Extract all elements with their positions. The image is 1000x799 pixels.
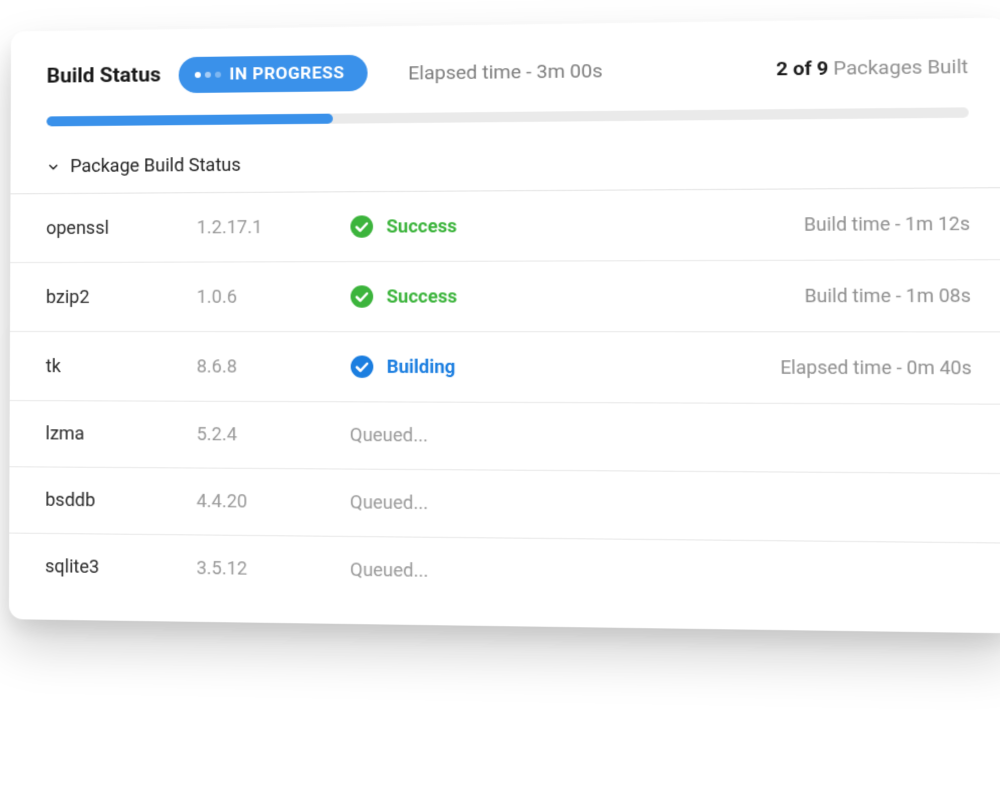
table-row: bzip21.0.6 Success Build time - 1m 08s xyxy=(10,260,1000,332)
table-row: bsddb4.4.20Queued... xyxy=(9,467,1000,543)
header: Build Status IN PROGRESS Elapsed time - … xyxy=(11,18,1000,117)
package-version: 8.6.8 xyxy=(197,356,350,378)
package-status: Queued... xyxy=(350,492,974,519)
packages-built-summary: 2 of 9 Packages Built xyxy=(776,54,968,80)
section-toggle[interactable]: Package Build Status xyxy=(10,136,1000,194)
package-version: 1.0.6 xyxy=(197,286,350,307)
elapsed-time: Elapsed time - 3m 00s xyxy=(408,58,602,84)
chevron-down-icon xyxy=(46,160,60,174)
package-time: Elapsed time - 0m 40s xyxy=(780,357,972,379)
package-status-label: Success xyxy=(387,286,457,307)
package-time: Build time - 1m 08s xyxy=(805,285,971,307)
package-name: bsddb xyxy=(45,490,196,512)
package-name: openssl xyxy=(46,217,197,239)
package-status-label: Success xyxy=(386,215,456,237)
package-name: bzip2 xyxy=(46,286,197,307)
package-status-label: Queued... xyxy=(350,559,428,581)
package-version: 1.2.17.1 xyxy=(197,216,350,238)
status-badge-label: IN PROGRESS xyxy=(229,63,344,84)
check-circle-icon xyxy=(350,354,375,378)
package-status: Queued... xyxy=(350,425,973,450)
package-version: 4.4.20 xyxy=(196,491,349,514)
table-row: sqlite33.5.12Queued... xyxy=(9,534,1000,613)
package-status: Queued... xyxy=(350,559,974,588)
packages-built-count: 2 of 9 xyxy=(776,56,828,80)
package-version: 3.5.12 xyxy=(196,558,350,581)
package-status-label: Queued... xyxy=(350,425,428,447)
package-status-label: Building xyxy=(387,356,456,378)
status-badge: IN PROGRESS xyxy=(179,55,367,93)
package-time: Build time - 1m 12s xyxy=(804,213,970,236)
check-circle-icon xyxy=(350,284,375,308)
package-name: lzma xyxy=(45,423,196,445)
section-title: Package Build Status xyxy=(70,155,241,177)
package-status: Success xyxy=(349,212,804,239)
page-title: Build Status xyxy=(47,63,161,88)
package-status: Success xyxy=(350,284,805,309)
packages-built-label: Packages Built xyxy=(833,54,968,79)
package-name: sqlite3 xyxy=(45,556,196,579)
progress-bar-fill xyxy=(46,114,333,127)
package-version: 5.2.4 xyxy=(197,424,350,446)
package-status: Building xyxy=(350,354,781,380)
loading-dots-icon xyxy=(195,72,221,78)
package-status-label: Queued... xyxy=(350,492,428,514)
table-row: tk8.6.8 Building Elapsed time - 0m 40s xyxy=(10,332,1000,405)
check-circle-icon xyxy=(349,214,374,238)
package-name: tk xyxy=(46,356,197,377)
package-list: openssl1.2.17.1 Success Build time - 1m 12… xyxy=(9,188,1000,612)
table-row: openssl1.2.17.1 Success Build time - 1m 12… xyxy=(10,188,1000,263)
table-row: lzma5.2.4Queued... xyxy=(9,401,1000,474)
build-status-card: Build Status IN PROGRESS Elapsed time - … xyxy=(9,18,1000,634)
